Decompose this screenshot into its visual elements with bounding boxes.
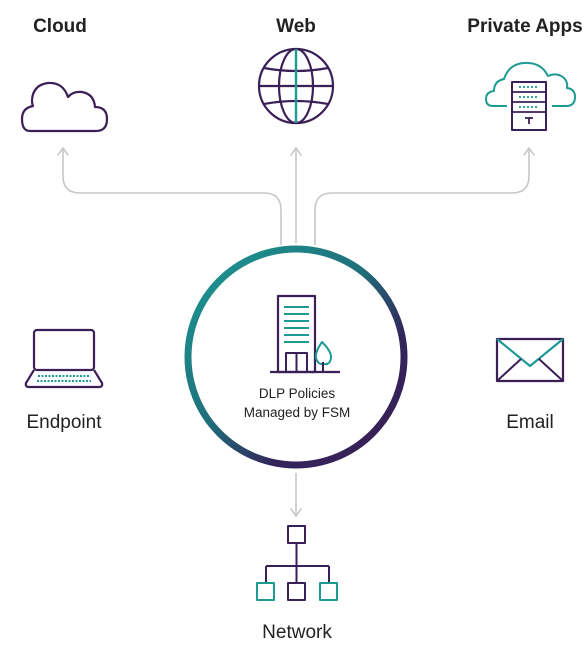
node-private-apps: Private Apps xyxy=(467,16,583,131)
label-private-apps: Private Apps xyxy=(467,16,582,37)
node-cloud: Cloud xyxy=(20,16,109,133)
center-title-line2: Managed by FSM xyxy=(244,405,351,420)
laptop-icon xyxy=(24,328,104,389)
node-web: Web xyxy=(257,16,335,125)
dlp-diagram: DLP Policies Managed by FSM Cloud Web Pr… xyxy=(20,16,583,643)
center-hub: DLP Policies Managed by FSM xyxy=(184,245,408,469)
connector-cloud xyxy=(62,150,282,245)
cloud-icon xyxy=(20,81,109,133)
connector-private-apps xyxy=(314,150,530,245)
label-web: Web xyxy=(276,16,316,37)
label-cloud: Cloud xyxy=(33,16,87,37)
label-endpoint: Endpoint xyxy=(26,412,102,433)
node-endpoint: Endpoint xyxy=(24,328,104,433)
label-network: Network xyxy=(262,622,332,643)
network-hierarchy-icon xyxy=(256,525,338,601)
envelope-icon xyxy=(495,337,565,383)
node-email: Email xyxy=(495,337,565,433)
server-cloud-icon xyxy=(485,61,576,131)
globe-icon xyxy=(257,47,335,125)
label-email: Email xyxy=(506,412,554,433)
center-title-line1: DLP Policies xyxy=(259,386,336,401)
node-network: Network xyxy=(256,525,338,643)
